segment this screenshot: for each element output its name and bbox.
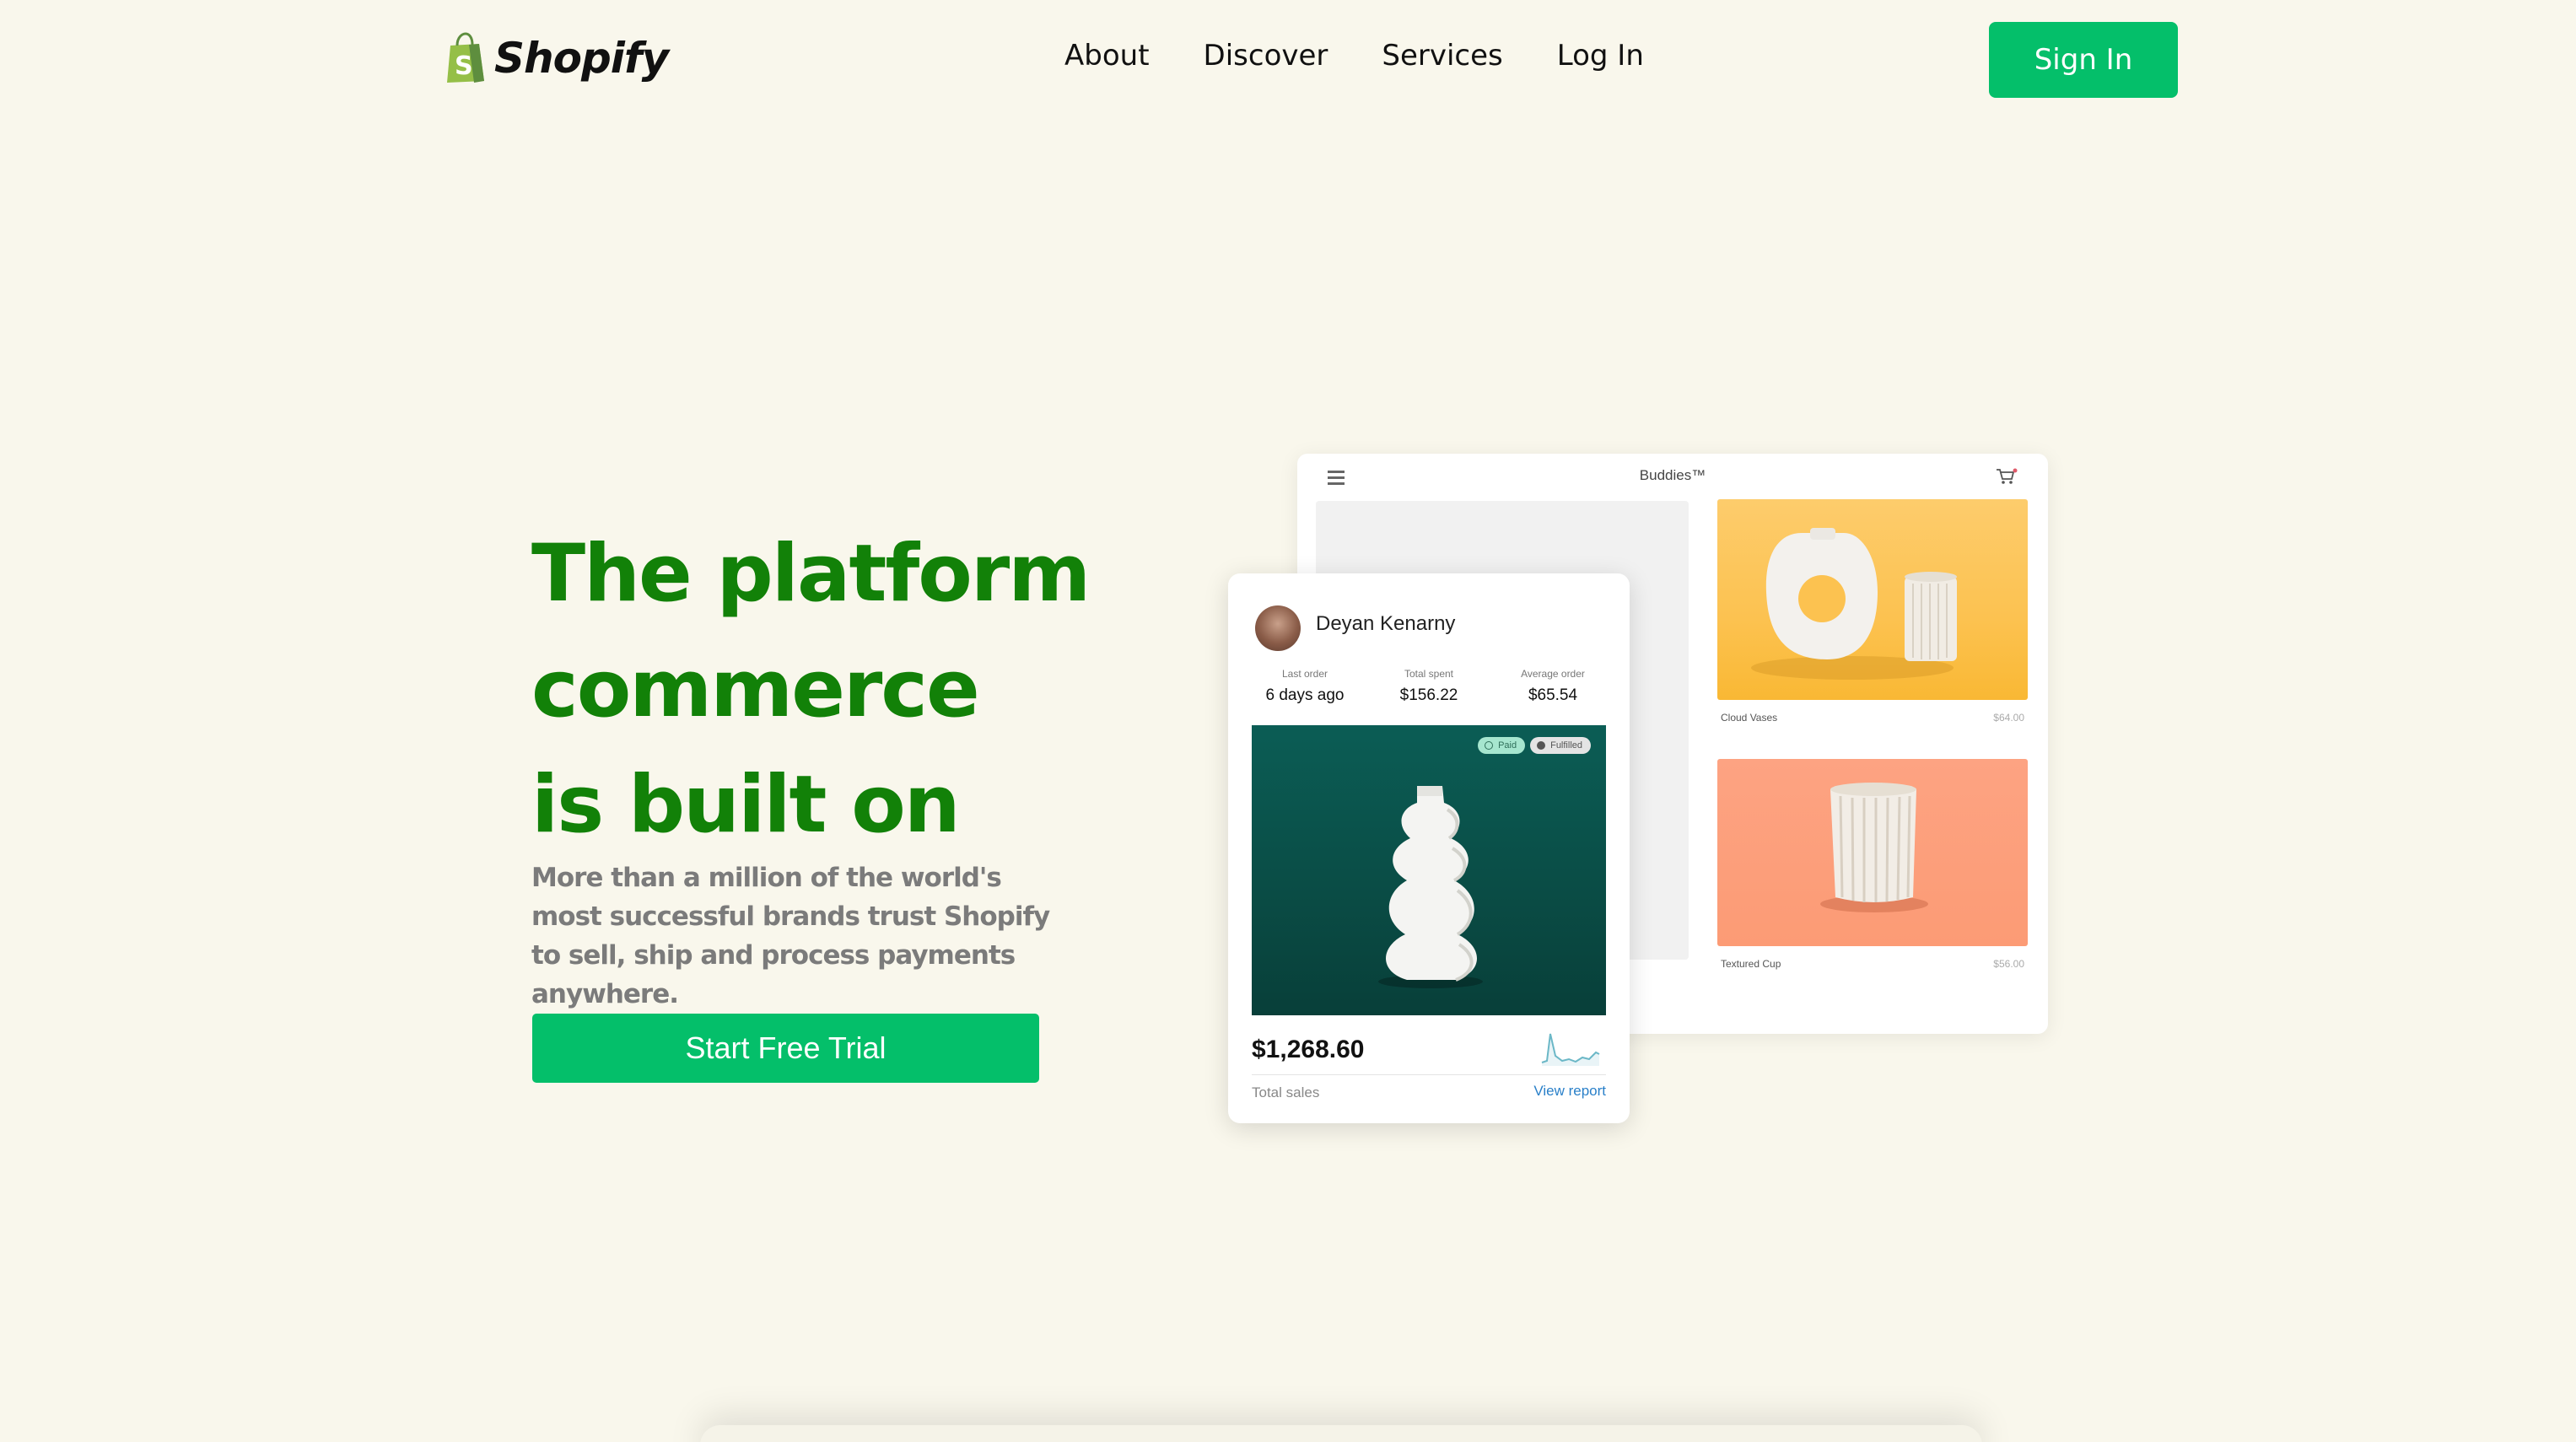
stat-value: 6 days ago bbox=[1265, 686, 1345, 704]
badge-label: Fulfilled bbox=[1550, 740, 1582, 751]
order-badges: Paid Fulfilled bbox=[1478, 737, 1591, 754]
white-vase-illustration bbox=[1378, 786, 1483, 988]
avatar bbox=[1255, 605, 1301, 651]
stat-label: Last order bbox=[1281, 668, 1328, 680]
product-card[interactable]: Textured Cup $56.00 bbox=[1717, 759, 2028, 970]
nav-about[interactable]: About bbox=[1064, 39, 1150, 73]
status-badge-paid: Paid bbox=[1478, 737, 1526, 754]
product-image bbox=[1717, 499, 2028, 700]
order-product-photo: Paid Fulfilled bbox=[1252, 725, 1606, 1015]
total-sales-amount: $1,268.60 bbox=[1252, 1036, 1365, 1063]
sparkline-chart-icon bbox=[1541, 1033, 1600, 1066]
customer-name: Deyan Kenarny bbox=[1316, 612, 1456, 635]
shopify-bag-icon: S bbox=[447, 32, 484, 83]
start-free-trial-button[interactable]: Start Free Trial bbox=[532, 1014, 1039, 1083]
status-badge-fulfilled: Fulfilled bbox=[1530, 737, 1591, 754]
cart-icon bbox=[1997, 468, 2018, 484]
hero-title-line: commerce bbox=[531, 643, 980, 735]
svg-text:S: S bbox=[455, 51, 473, 81]
divider bbox=[1252, 1074, 1606, 1075]
status-dot-icon bbox=[1537, 741, 1546, 750]
product-image bbox=[1717, 759, 2028, 946]
cloud-vases-illustration bbox=[1751, 528, 1957, 680]
shopify-logo[interactable]: S Shopify bbox=[444, 32, 669, 84]
sign-in-button[interactable]: Sign In bbox=[1989, 22, 2178, 98]
nav-services[interactable]: Services bbox=[1382, 39, 1502, 73]
product-name: Textured Cup bbox=[1721, 958, 1781, 970]
store-title: Buddies™ bbox=[1639, 467, 1706, 483]
product-price: $64.00 bbox=[1993, 712, 2024, 724]
nav-discover[interactable]: Discover bbox=[1204, 39, 1328, 73]
view-report-link[interactable]: View report bbox=[1533, 1083, 1606, 1100]
stat-value: $65.54 bbox=[1528, 686, 1578, 704]
product-name: Cloud Vases bbox=[1721, 712, 1778, 724]
customer-stats: Last order 6 days ago Total spent $156.2… bbox=[1243, 668, 1614, 705]
customer-card: Deyan Kenarny Last order 6 days ago Tota… bbox=[1228, 573, 1630, 1123]
hero-subtitle: More than a million of the world's most … bbox=[531, 863, 1050, 1009]
hero-title-line: is built on bbox=[531, 759, 961, 851]
hero-title: The platform commerce is built on bbox=[531, 516, 1172, 863]
stat-value: $156.22 bbox=[1399, 686, 1458, 704]
main-nav: About Discover Services Log In bbox=[1064, 39, 1698, 73]
stat-total-spent: Total spent $156.22 bbox=[1367, 668, 1490, 705]
stat-average-order: Average order $65.54 bbox=[1491, 668, 1614, 705]
product-price: $56.00 bbox=[1993, 958, 2024, 970]
stat-label: Average order bbox=[1521, 668, 1585, 680]
product-card[interactable]: Cloud Vases $64.00 bbox=[1717, 499, 2028, 724]
status-dot-icon bbox=[1485, 741, 1494, 750]
next-section-panel bbox=[700, 1425, 1982, 1442]
stat-label: Total spent bbox=[1404, 668, 1454, 680]
textured-cup-illustration bbox=[1820, 783, 1928, 912]
stat-last-order: Last order 6 days ago bbox=[1243, 668, 1366, 705]
badge-label: Paid bbox=[1498, 740, 1517, 751]
hero-title-line: The platform bbox=[531, 528, 1091, 620]
total-sales-label: Total sales bbox=[1252, 1084, 1320, 1100]
brand-name: Shopify bbox=[494, 34, 669, 83]
nav-login[interactable]: Log In bbox=[1557, 39, 1644, 73]
